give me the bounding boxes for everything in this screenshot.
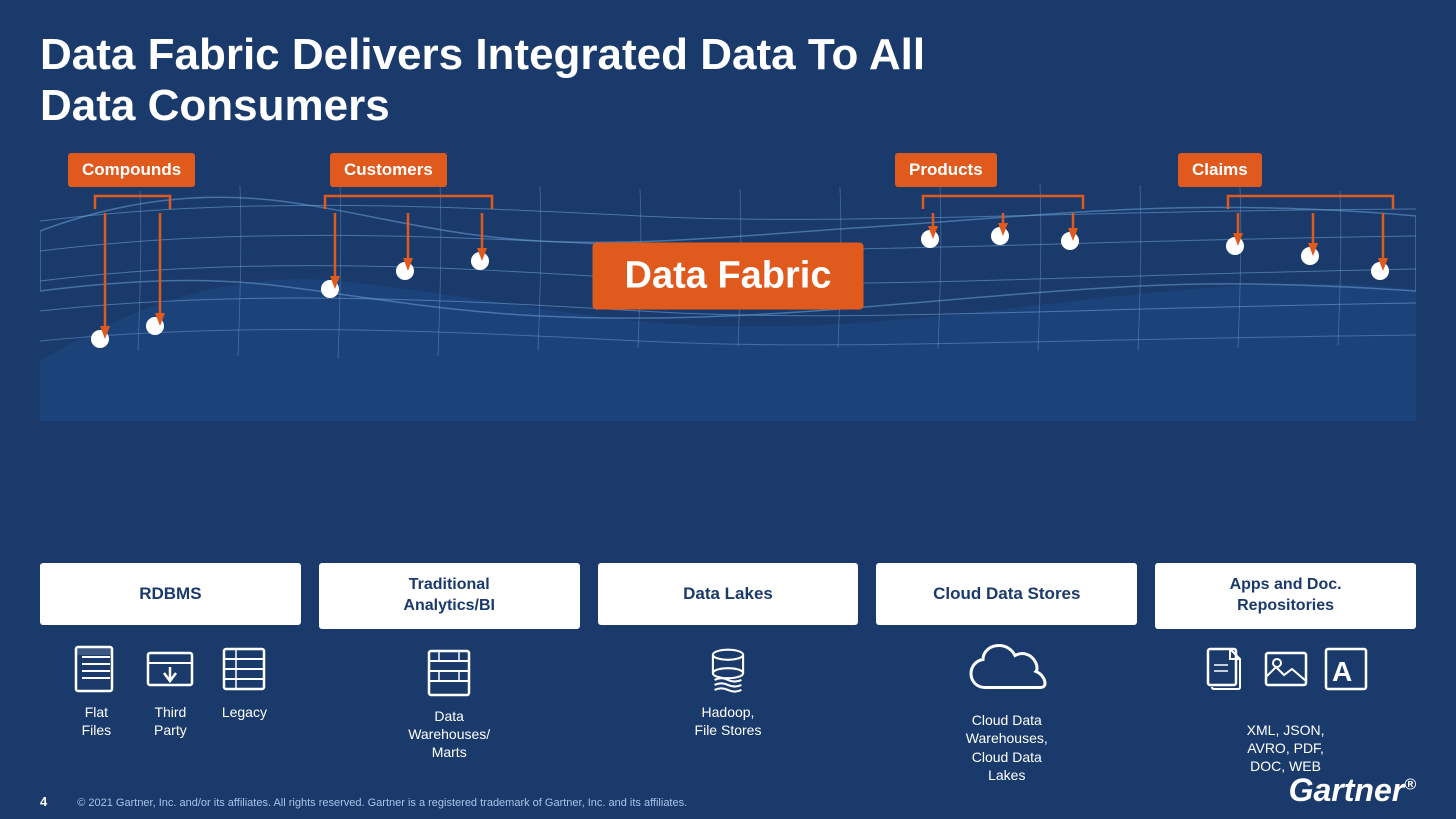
icon-flat-files: FlatFiles [70,643,122,739]
column-header-apps: Apps and Doc.Repositories [1155,563,1416,629]
column-rdbms: RDBMS FlatFiles [40,563,301,784]
data-warehouses-label: DataWarehouses/Marts [408,707,490,762]
bottom-section: RDBMS FlatFiles [40,563,1416,784]
third-party-icon [144,643,196,695]
third-party-label: ThirdParty [154,703,187,739]
image-doc-icon [1264,647,1308,691]
column-header-data-lakes: Data Lakes [598,563,859,625]
column-header-rdbms: RDBMS [40,563,301,625]
xml-doc-icon [1204,647,1248,691]
column-analytics: TraditionalAnalytics/BI [319,563,580,784]
icons-row-analytics: DataWarehouses/Marts [408,647,490,762]
icon-hadoop: Hadoop,File Stores [695,643,762,739]
cloud-icon [967,643,1047,703]
category-claims: Claims [1178,153,1262,187]
icons-row-apps: A XML, JSON,AVRO, PDF,DOC, WEB [1204,647,1368,776]
category-customers: Customers [330,153,447,187]
category-compounds: Compounds [68,153,195,187]
column-header-cloud: Cloud Data Stores [876,563,1137,625]
data-warehouses-icon [423,647,475,699]
svg-text:A: A [1332,656,1352,687]
hadoop-label: Hadoop,File Stores [695,703,762,739]
icons-row-cloud: Cloud DataWarehouses,Cloud DataLakes [966,643,1048,784]
icon-third-party: ThirdParty [144,643,196,739]
apps-repos-label: XML, JSON,AVRO, PDF,DOC, WEB [1247,721,1325,776]
hadoop-icon [702,643,754,695]
flat-files-icon [70,643,122,695]
icons-row-data-lakes: Hadoop,File Stores [695,643,762,739]
column-apps: Apps and Doc.Repositories [1155,563,1416,784]
columns-row: RDBMS FlatFiles [40,563,1416,784]
footer: 4 © 2021 Gartner, Inc. and/or its affili… [40,772,1416,809]
icon-legacy: Legacy [218,643,270,721]
slide-title: Data Fabric Delivers Integrated Data To … [40,30,940,131]
font-doc-icon: A [1324,647,1368,691]
icons-row-rdbms: FlatFiles ThirdParty [70,643,270,739]
category-products: Products [895,153,997,187]
footer-copyright: © 2021 Gartner, Inc. and/or its affiliat… [77,797,687,809]
data-fabric-label: Data Fabric [593,242,864,309]
legacy-label: Legacy [222,703,267,721]
page-number: 4 [40,794,47,809]
column-header-analytics: TraditionalAnalytics/BI [319,563,580,629]
icon-cloud: Cloud DataWarehouses,Cloud DataLakes [966,643,1048,784]
legacy-icon [218,643,270,695]
diagram-area: Compounds Customers Products Claims Data… [40,141,1416,421]
gartner-logo: Gartner® [1289,772,1416,809]
flat-files-label: FlatFiles [82,703,112,739]
icon-data-warehouses: DataWarehouses/Marts [408,647,490,762]
column-data-lakes: Data Lakes [598,563,859,784]
column-cloud: Cloud Data Stores Cloud DataWarehouses,C… [876,563,1137,784]
slide: Data Fabric Delivers Integrated Data To … [0,0,1456,819]
